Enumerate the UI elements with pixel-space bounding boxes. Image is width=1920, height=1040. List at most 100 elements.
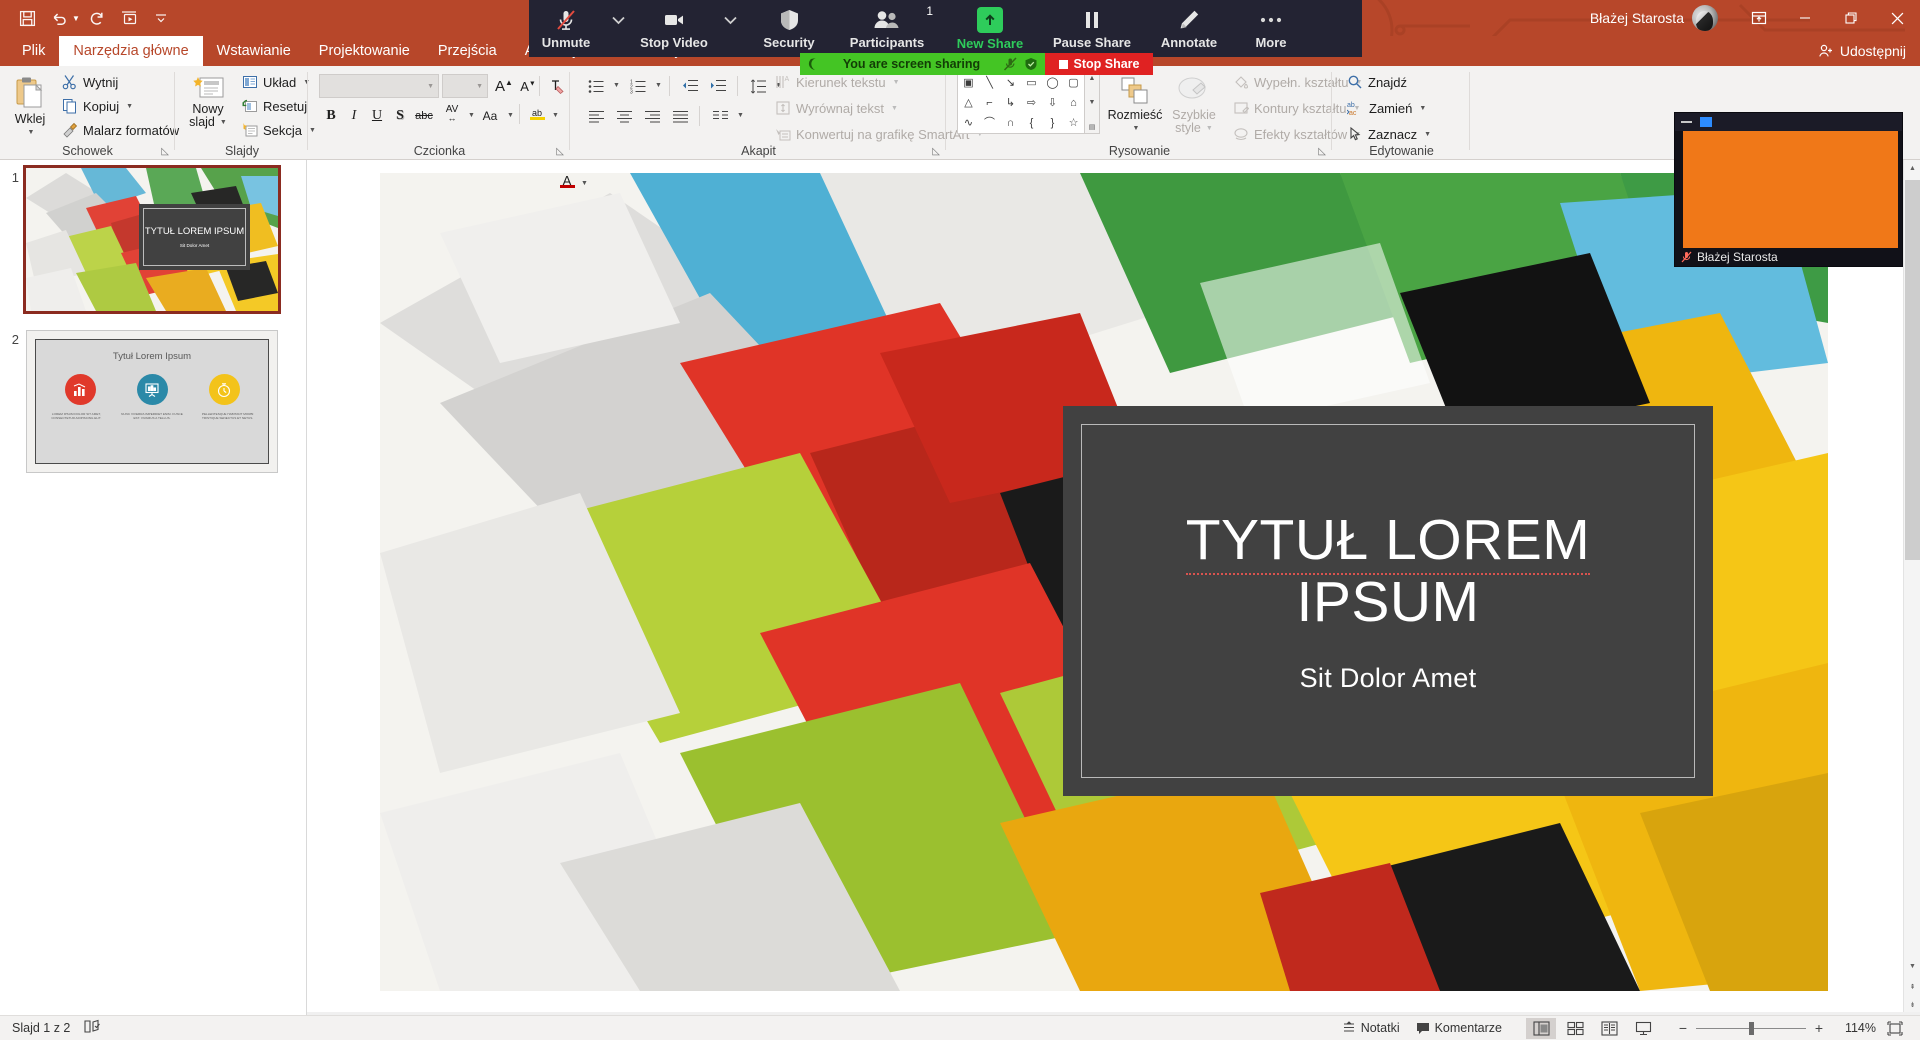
unmute-button[interactable]: Unmute: [529, 0, 603, 57]
font-dialog-launcher[interactable]: ◺: [556, 146, 564, 157]
clear-formatting-button[interactable]: [545, 74, 569, 98]
restore-button[interactable]: [1828, 0, 1874, 36]
arrange-dropdown-icon[interactable]: ▼: [1133, 122, 1140, 135]
new-slide-button[interactable]: Nowy slajd ▼: [180, 72, 236, 142]
shape-right-arrow-icon[interactable]: ⇨: [1027, 97, 1036, 109]
shapes-grid[interactable]: ▣ ╲ ↘ ▭ ◯ ▢ △ ⌐ ↳ ⇨ ⇩ ⌂ ∿ ⌒ ∩ { } ☆: [957, 72, 1085, 134]
slide-title-placeholder[interactable]: TYTUŁ LOREM IPSUM Sit Dolor Amet: [1063, 406, 1713, 796]
increase-indent-button[interactable]: [705, 74, 731, 98]
tab-projektowanie[interactable]: Projektowanie: [305, 36, 424, 66]
zoom-out-button[interactable]: −: [1674, 1020, 1692, 1036]
normal-view-button[interactable]: [1526, 1017, 1556, 1039]
avatar[interactable]: [1692, 5, 1718, 31]
replace-button[interactable]: ab ac Zamień ▼: [1343, 98, 1430, 118]
character-spacing-dropdown-icon[interactable]: ▼: [468, 112, 475, 119]
quick-styles-dropdown-icon[interactable]: ▼: [1206, 122, 1213, 135]
font-name-combo[interactable]: ▼: [319, 74, 439, 98]
paragraph-dialog-launcher[interactable]: ◺: [932, 146, 940, 157]
slide-thumbnail-panel[interactable]: 1 TYTUŁ LOREM IPSUM Sit Dolor Amet 2 Tyt…: [0, 160, 307, 1015]
zoom-in-button[interactable]: +: [1810, 1020, 1828, 1036]
video-minimize-icon[interactable]: [1681, 121, 1692, 123]
shape-oval-icon[interactable]: ◯: [1046, 77, 1058, 89]
slide-thumbnail-2[interactable]: 2 Tytuł Lorem Ipsum LOREM IPSUM DOLOR SI…: [0, 330, 306, 473]
slide-thumbnail-1[interactable]: 1 TYTUŁ LOREM IPSUM Sit Dolor Amet: [0, 165, 306, 314]
character-spacing-button[interactable]: AV ↔: [439, 102, 465, 126]
clipboard-dialog-launcher[interactable]: ◺: [161, 146, 169, 157]
format-painter-button[interactable]: Malarz formatów: [58, 120, 183, 140]
shape-left-brace-icon[interactable]: {: [1030, 117, 1034, 129]
align-left-button[interactable]: [583, 104, 609, 128]
shape-rectangle-icon[interactable]: ▭: [1026, 77, 1036, 89]
canvas-vertical-scrollbar[interactable]: ▲ ▼ ⇞ ⇟: [1903, 160, 1920, 1015]
new-slide-dropdown-icon[interactable]: ▼: [220, 116, 227, 129]
cut-button[interactable]: Wytnij: [58, 72, 122, 92]
previous-slide-icon[interactable]: ⇞: [1904, 978, 1920, 995]
select-button[interactable]: Zaznacz ▼: [1343, 124, 1435, 144]
tab-przejscia[interactable]: Przejścia: [424, 36, 511, 66]
font-size-combo[interactable]: ▼: [442, 74, 488, 98]
scroll-up-icon[interactable]: ▲: [1904, 160, 1920, 177]
scrollbar-thumb[interactable]: [1905, 180, 1920, 560]
save-icon[interactable]: [12, 3, 42, 33]
fit-slide-button[interactable]: [1880, 1018, 1910, 1039]
find-button[interactable]: Znajdź: [1343, 72, 1411, 92]
slideshow-button[interactable]: [1628, 1018, 1658, 1039]
copy-button[interactable]: Kopiuj ▼: [58, 96, 137, 116]
video-thumbnail-titlebar[interactable]: [1675, 113, 1902, 131]
start-slideshow-icon[interactable]: [114, 3, 144, 33]
paste-button[interactable]: Wklej ▼: [6, 72, 54, 140]
shape-star-icon[interactable]: ☆: [1069, 117, 1079, 129]
reading-view-button[interactable]: [1594, 1018, 1624, 1039]
next-slide-icon[interactable]: ⇟: [1904, 996, 1920, 1013]
shapes-gallery-scroll[interactable]: ▲ ▼ ▤: [1085, 72, 1100, 134]
align-right-button[interactable]: [639, 104, 665, 128]
reset-button[interactable]: Resetuj: [238, 96, 311, 116]
video-options-caret-icon[interactable]: [715, 0, 745, 57]
shape-scribble-icon[interactable]: ∿: [964, 117, 973, 129]
pause-share-button[interactable]: Pause Share: [1039, 0, 1145, 57]
change-case-dropdown-icon[interactable]: ▼: [507, 112, 514, 119]
tab-wstawianie[interactable]: Wstawianie: [203, 36, 305, 66]
select-dropdown-icon[interactable]: ▼: [1424, 131, 1431, 138]
text-highlight-dropdown-icon[interactable]: ▼: [552, 112, 559, 119]
audio-options-caret-icon[interactable]: [603, 0, 633, 57]
current-slide[interactable]: TYTUŁ LOREM IPSUM Sit Dolor Amet: [380, 173, 1828, 991]
text-highlight-button[interactable]: ab: [525, 102, 549, 126]
font-name-dropdown-icon[interactable]: ▼: [427, 83, 434, 90]
stop-video-button[interactable]: Stop Video: [633, 0, 715, 57]
zoom-level[interactable]: 114%: [1832, 1021, 1876, 1035]
slide-sorter-button[interactable]: [1560, 1018, 1590, 1039]
change-case-button[interactable]: Aa: [477, 104, 503, 128]
redo-icon[interactable]: [82, 3, 112, 33]
font-color-button[interactable]: A: [555, 170, 579, 194]
shapes-gallery[interactable]: ▣ ╲ ↘ ▭ ◯ ▢ △ ⌐ ↳ ⇨ ⇩ ⌂ ∿ ⌒ ∩ { } ☆ ▲ ▼ …: [957, 72, 1100, 134]
slide-counter[interactable]: Slajd 1 z 2: [12, 1021, 70, 1035]
stop-share-button[interactable]: Stop Share: [1045, 53, 1153, 75]
increase-font-size-button[interactable]: A▲: [492, 74, 516, 98]
slide-thumb-1-canvas[interactable]: TYTUŁ LOREM IPSUM Sit Dolor Amet: [23, 165, 281, 314]
shape-arc-icon[interactable]: ⌒: [984, 117, 995, 129]
drawing-dialog-launcher[interactable]: ◺: [1318, 146, 1326, 157]
paste-dropdown-icon[interactable]: ▼: [28, 126, 35, 139]
numbering-button[interactable]: 123: [625, 74, 651, 98]
notes-button[interactable]: Notatki: [1336, 1019, 1406, 1037]
line-spacing-button[interactable]: [745, 74, 771, 98]
align-text-dropdown-icon[interactable]: ▼: [891, 105, 898, 112]
decrease-font-size-button[interactable]: A▼: [516, 74, 540, 98]
share-button[interactable]: Udostępnij: [1818, 40, 1906, 62]
shape-elbow-icon[interactable]: ⌐: [986, 97, 992, 109]
more-button[interactable]: More: [1233, 0, 1309, 57]
security-button[interactable]: Security: [745, 0, 833, 57]
justify-button[interactable]: [667, 104, 693, 128]
layout-button[interactable]: Układ ▼: [238, 72, 314, 92]
align-center-button[interactable]: [611, 104, 637, 128]
shape-triangle-icon[interactable]: △: [964, 97, 972, 109]
italic-button[interactable]: I: [342, 104, 366, 128]
decrease-indent-button[interactable]: [677, 74, 703, 98]
bold-button[interactable]: B: [319, 104, 343, 128]
quick-access-toolbar[interactable]: ▼: [12, 0, 176, 36]
gallery-expand-icon[interactable]: ▤: [1089, 123, 1096, 131]
columns-button[interactable]: [707, 104, 733, 128]
quick-styles-button[interactable]: Szybkie style ▼: [1165, 72, 1223, 142]
shape-pentagon-icon[interactable]: ⌂: [1070, 97, 1077, 109]
